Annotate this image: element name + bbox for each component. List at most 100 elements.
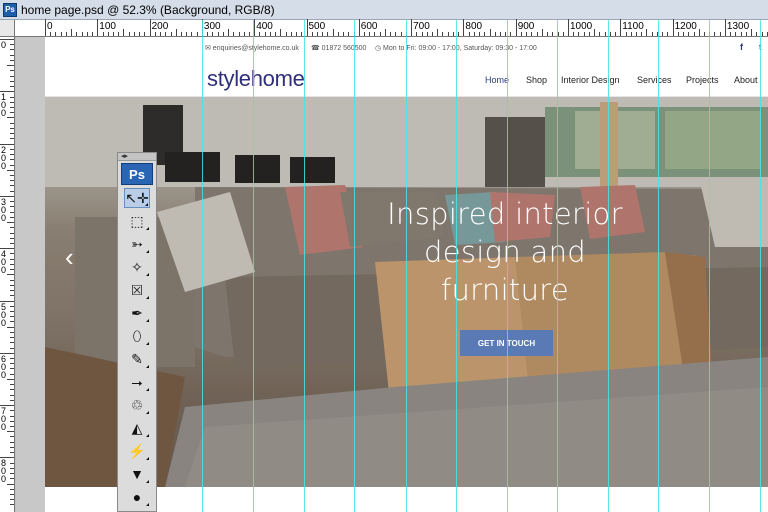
eraser-tool[interactable]: ◭ [124, 418, 150, 438]
vertical-guide-line[interactable] [202, 20, 203, 512]
ruler-minor-tick [264, 32, 266, 36]
ruler-minor-tick [520, 32, 522, 36]
vertical-guide-line[interactable] [304, 20, 305, 512]
tools-panel-grip[interactable]: ◂▸ [118, 153, 156, 161]
ruler-minor-tick [7, 378, 14, 380]
vertical-guide-line[interactable] [709, 20, 710, 512]
ruler-minor-tick [484, 32, 486, 36]
tools-panel[interactable]: ◂▸ Ps ↖✛ ⬚ ➳ ✧ ⮽ ✒ ⬯ ✎ ⭢ ♲ ◭ ⚡ ▼ ● [117, 152, 157, 512]
ruler-minor-tick [10, 310, 14, 312]
vertical-guide-line[interactable] [253, 20, 254, 512]
ruler-minor-tick [10, 384, 14, 386]
ruler-major-tick [97, 19, 99, 36]
lasso-icon: ➳ [131, 235, 143, 252]
paint-bucket-tool[interactable]: ⚡ [124, 441, 150, 461]
ruler-minor-tick [10, 426, 14, 428]
ruler-minor-tick [10, 133, 14, 135]
ruler-minor-tick [10, 399, 14, 401]
ruler-label: 500 [308, 21, 326, 32]
ruler-minor-tick [207, 32, 209, 36]
ruler-minor-tick [196, 32, 198, 36]
ruler-minor-tick [400, 32, 402, 36]
ruler-minor-tick [10, 96, 14, 98]
marquee-tool[interactable]: ⬚ [124, 211, 150, 231]
history-brush-tool[interactable]: ♲ [124, 395, 150, 415]
vertical-guide-line[interactable] [658, 20, 659, 512]
eyedropper-tool[interactable]: ✒ [124, 303, 150, 323]
vertical-guide-line[interactable] [456, 20, 457, 512]
site-logo: stylehome [207, 66, 305, 91]
ruler-label: 800 [1, 458, 7, 485]
ruler-minor-tick [10, 494, 14, 495]
ruler-minor-tick [651, 32, 653, 36]
ruler-minor-tick [10, 138, 14, 140]
ruler-label: 800 [465, 21, 483, 32]
ruler-minor-tick [7, 326, 14, 328]
ruler-minor-tick [10, 263, 14, 265]
ruler-major-tick [463, 19, 465, 36]
ruler-minor-tick [735, 32, 737, 36]
ruler-minor-tick [10, 410, 14, 412]
clone-stamp-tool[interactable]: ⭢ [124, 372, 150, 392]
magic-wand-tool[interactable]: ✧ [124, 257, 150, 277]
dodge-icon: ● [132, 489, 142, 505]
photoshop-logo-icon[interactable]: Ps [121, 163, 153, 185]
ruler-minor-tick [635, 32, 637, 36]
ruler-minor-tick [751, 29, 753, 36]
ruler-minor-tick [10, 295, 14, 297]
ruler-minor-tick [10, 321, 14, 323]
brush-tool[interactable]: ✎ [124, 349, 150, 369]
ruler-minor-tick [10, 504, 14, 506]
vertical-guide-line[interactable] [507, 20, 508, 512]
ruler-label: 600 [360, 21, 378, 32]
dodge-tool[interactable]: ● [124, 487, 150, 507]
ruler-minor-tick [10, 159, 14, 161]
ruler-minor-tick [10, 242, 14, 244]
ruler-major-tick [306, 19, 308, 36]
vertical-ruler[interactable]: 0 100 200 300 400 500 600 700 800 [0, 37, 15, 512]
ruler-label: 1000 [570, 21, 593, 32]
healing-brush-icon: ⬯ [132, 327, 142, 344]
ruler-minor-tick [186, 32, 188, 36]
ruler-minor-tick [170, 32, 172, 36]
move-tool[interactable]: ↖✛ [124, 188, 150, 208]
ruler-minor-tick [588, 32, 590, 36]
ruler-minor-tick [10, 347, 14, 349]
vertical-guide-line[interactable] [760, 20, 761, 512]
ruler-minor-tick [327, 32, 329, 36]
vertical-guide-line[interactable] [354, 20, 355, 512]
ruler-minor-tick [296, 32, 298, 36]
ruler-minor-tick [128, 32, 130, 36]
ruler-minor-tick [160, 32, 162, 36]
crop-tool[interactable]: ⮽ [124, 280, 150, 300]
photoshop-app-icon: Ps [3, 2, 17, 17]
ruler-minor-tick [364, 32, 366, 36]
ruler-minor-tick [646, 29, 648, 36]
ruler-minor-tick [248, 32, 250, 36]
lasso-tool[interactable]: ➳ [124, 234, 150, 254]
horizontal-ruler[interactable]: 0 100 200 300 400 500 600 700 800 900 1000 1100 1200… [15, 19, 768, 37]
ruler-minor-tick [102, 32, 104, 36]
blur-tool[interactable]: ▼ [124, 464, 150, 484]
ruler-label: 200 [1, 144, 7, 171]
ruler-label: 200 [151, 21, 169, 32]
healing-brush-tool[interactable]: ⬯ [124, 326, 150, 346]
ruler-label: 300 [203, 21, 221, 32]
ruler-minor-tick [10, 80, 14, 82]
ruler-origin-corner[interactable] [0, 20, 15, 37]
ruler-minor-tick [10, 174, 14, 176]
ruler-minor-tick [243, 32, 245, 36]
crop-icon: ⮽ [131, 281, 143, 298]
ruler-minor-tick [10, 452, 14, 454]
vertical-guide-line[interactable] [406, 20, 407, 512]
ruler-minor-tick [337, 32, 339, 36]
ruler-minor-tick [730, 32, 732, 36]
ruler-minor-tick [76, 32, 78, 36]
ruler-minor-tick [10, 436, 14, 438]
ruler-minor-tick [290, 32, 292, 36]
ruler-minor-tick [395, 32, 397, 36]
vertical-guide-line[interactable] [608, 20, 609, 512]
vertical-guide-line[interactable] [557, 20, 558, 512]
ruler-minor-tick [599, 32, 601, 36]
ruler-minor-tick [10, 216, 14, 218]
